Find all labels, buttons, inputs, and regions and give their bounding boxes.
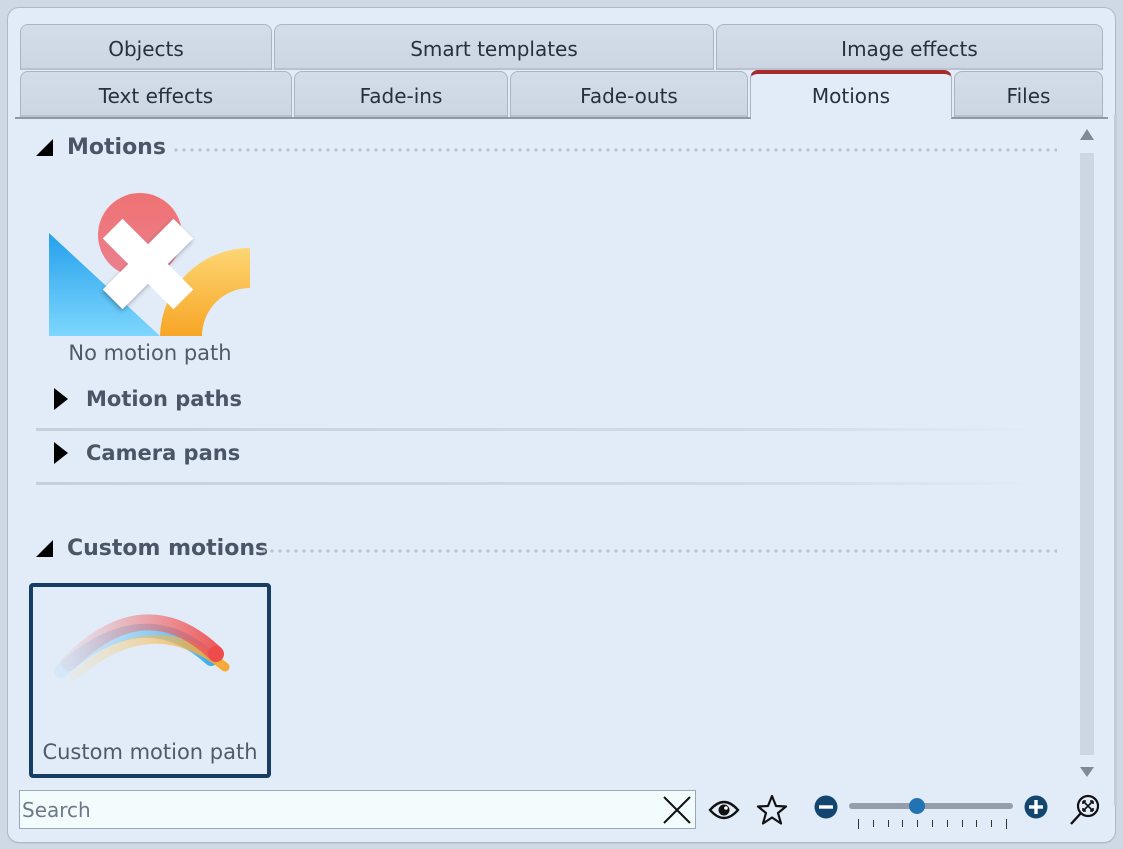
minus-circle-icon[interactable] [814,795,838,819]
slider-tick [1006,819,1007,829]
section-title: Custom motions [67,536,269,561]
group-divider [36,428,1036,431]
slider-tick [962,820,963,827]
section-title: Motions [67,135,166,160]
slider-tick [858,819,859,829]
active-tab-gap [751,116,951,120]
slider-tick [932,820,933,827]
group-title: Camera pans [86,441,241,465]
tab-image-effects[interactable]: Image effects [716,24,1103,70]
slider-tick [917,820,918,827]
tab-smart-templates[interactable]: Smart templates [274,24,714,70]
tab-files[interactable]: Files [954,71,1103,117]
group-motion-paths[interactable]: Motion paths [54,387,242,411]
slider-ticks [858,818,1007,830]
section-header-motions[interactable]: Motions [36,135,166,160]
search-box [19,790,696,829]
eye-icon[interactable] [708,796,740,824]
motion-item-label: Custom motion path [42,740,258,764]
section-header-custom-motions[interactable]: Custom motions [36,536,268,561]
slider-tick [873,820,874,827]
group-title: Motion paths [86,387,242,411]
tab-objects[interactable]: Objects [20,24,272,70]
scroll-up-button[interactable] [1080,129,1094,140]
slider-tick [888,820,889,827]
slider-tick [947,820,948,827]
tab-motions[interactable]: Motions [750,70,952,118]
group-camera-pans[interactable]: Camera pans [54,441,240,465]
scroll-down-button[interactable] [1080,767,1094,777]
tab-fade-ins[interactable]: Fade-ins [294,71,508,117]
section-separator [172,148,1057,152]
slider-tick [991,820,992,827]
close-icon[interactable] [661,794,693,826]
motion-item-label: No motion path [68,341,232,365]
section-separator [260,549,1057,553]
motion-item-no-motion-path[interactable]: No motion path [40,190,260,370]
zoom-fit-icon[interactable] [1068,793,1102,827]
tab-fade-outs[interactable]: Fade-outs [510,71,748,117]
group-divider [36,482,1036,485]
expand-triangle-icon [54,388,68,410]
motion-item-custom-motion-path[interactable]: Custom motion path [29,583,271,778]
tab-text-effects[interactable]: Text effects [20,71,292,117]
plus-circle-icon[interactable] [1024,795,1048,819]
slider-tick [976,820,977,827]
expand-triangle-icon [54,442,68,464]
slider-thumb[interactable] [909,798,925,814]
collapse-triangle-icon [36,540,53,557]
custom-motion-path-icon [54,614,230,682]
star-icon[interactable] [755,793,789,827]
vertical-scrollbar[interactable] [1080,153,1094,755]
panel-edge [1114,115,1117,805]
collapse-triangle-icon [36,139,53,156]
slider-tick [902,820,903,827]
thumbnail-size-slider[interactable] [849,803,1013,809]
no-motion-path-icon [49,193,250,336]
search-input[interactable] [22,791,652,828]
